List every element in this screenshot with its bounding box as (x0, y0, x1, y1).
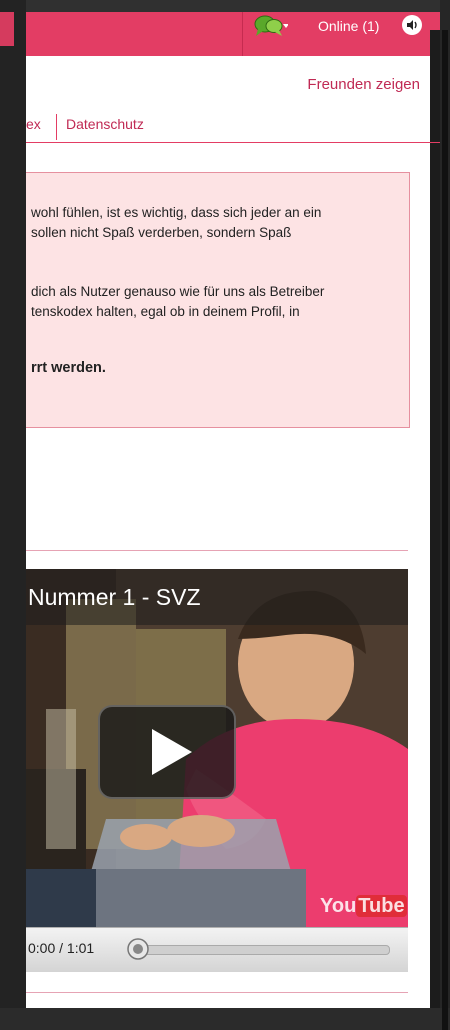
left-dark-frame (0, 0, 26, 1008)
tab-bar: ex Datenschutz (26, 112, 440, 143)
chevron-down-icon (283, 24, 289, 28)
tab-divider (56, 114, 57, 140)
tab-datenschutz[interactable]: Datenschutz (66, 116, 144, 132)
notice-bold-line: rrt werden. (31, 360, 106, 376)
right-dark-overlay (430, 30, 440, 1008)
play-icon (152, 729, 192, 775)
video-time: 0:00 / 1:01 (28, 940, 95, 956)
notice-line-3: dich als Nutzer genauso wie für uns als … (31, 284, 325, 299)
play-button[interactable] (98, 705, 236, 799)
video-title[interactable]: Nummer 1 - SVZ (28, 584, 201, 611)
chat-icon[interactable] (252, 12, 289, 40)
section-divider (26, 550, 408, 551)
tab-verhaltenskodex[interactable]: ex (26, 116, 41, 132)
progress-scrubber[interactable] (126, 937, 150, 961)
online-status[interactable]: Online (1) (318, 18, 379, 34)
page-main: Online (1) Freunden zeigen ex Datenschut… (26, 0, 440, 1008)
bottom-divider (26, 992, 408, 993)
notice-line-1: wohl fühlen, ist es wichtig, dass sich j… (31, 205, 322, 220)
notice-box: wohl fühlen, ist es wichtig, dass sich j… (26, 172, 410, 428)
youtube-logo[interactable]: You Tube (320, 895, 407, 918)
video-controls: 0:00 / 1:01 (26, 927, 408, 972)
notice-line-2: sollen nicht Spaß verderben, sondern Spa… (31, 225, 292, 240)
share-with-friends-link[interactable]: Freunden zeigen (307, 76, 420, 93)
notice-line-4: tenskodex halten, egal ob in deinem Prof… (31, 304, 300, 319)
left-pink-tab (0, 12, 14, 46)
progress-track[interactable] (130, 945, 390, 955)
right-dark-frame (440, 0, 450, 1030)
header-separator (242, 12, 243, 56)
video-player[interactable]: Nummer 1 - SVZ You Tube (26, 569, 408, 927)
speaker-icon[interactable] (401, 14, 423, 36)
top-dark-strip (26, 0, 440, 12)
right-frame-line (442, 30, 448, 1030)
